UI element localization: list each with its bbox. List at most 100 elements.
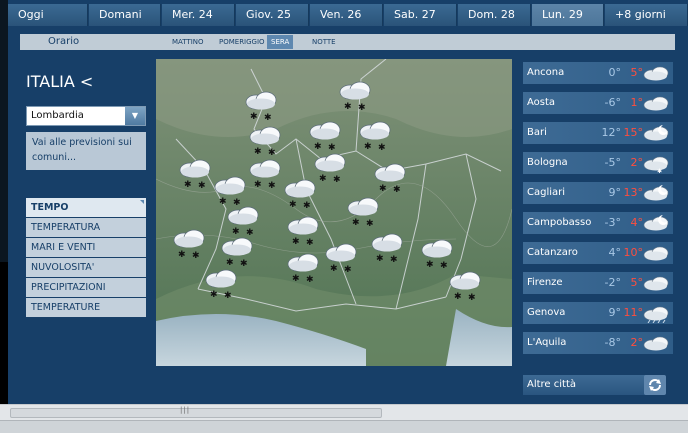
weather-widget: Oggi Domani Mer. 24 Giov. 25 Ven. 26 Sab… <box>8 0 688 404</box>
svg-text:✱: ✱ <box>358 103 366 113</box>
band-mattino[interactable]: MATTINO <box>168 35 208 49</box>
city-row[interactable]: Firenze -2° 5° <box>523 272 673 294</box>
city-row[interactable]: Bologna -5° 2° ✱ <box>523 152 673 175</box>
city-name: Cagliari <box>527 187 566 198</box>
snow-cloud-icon[interactable]: ✱ ✱ <box>356 119 394 153</box>
svg-text:✱: ✱ <box>454 292 462 302</box>
city-row[interactable]: L'Aquila -8° 2° <box>523 332 673 354</box>
altre-citta-button[interactable]: Altre città <box>523 375 666 395</box>
snow-cloud-icon[interactable]: ✱ ✱ <box>246 157 284 191</box>
city-name: Catanzaro <box>527 247 578 258</box>
city-row[interactable]: Aosta -6° 1° <box>523 92 673 114</box>
snow-cloud-icon[interactable]: ✱ ✱ <box>170 227 208 261</box>
city-row[interactable]: Cagliari 9° 13° <box>523 182 673 204</box>
tab-more-days[interactable]: +8 giorni <box>605 4 688 26</box>
snow-cloud-icon[interactable]: ✱ ✱ <box>211 174 249 208</box>
menu-temperature[interactable]: TEMPERATURE <box>26 298 146 317</box>
city-row[interactable]: Genova 9° 11° <box>523 302 673 324</box>
svg-text:✱: ✱ <box>364 142 372 152</box>
svg-text:✱: ✱ <box>192 251 200 261</box>
city-name: Genova <box>527 307 566 318</box>
svg-text:✱: ✱ <box>390 255 398 265</box>
snow-cloud-icon[interactable]: ✱ ✱ <box>242 89 280 123</box>
menu-nuvolosita[interactable]: NUVOLOSITA' <box>26 258 146 277</box>
left-edge <box>0 0 8 404</box>
svg-text:✱: ✱ <box>210 290 218 300</box>
snow-cloud-icon[interactable]: ✱ ✱ <box>446 269 484 303</box>
svg-text:✱: ✱ <box>264 113 272 123</box>
snow-cloud-icon[interactable]: ✱ ✱ <box>176 157 214 191</box>
snow-cloud-icon[interactable]: ✱ ✱ <box>344 195 382 229</box>
snow-cloud-icon: ✱ <box>641 153 671 175</box>
comuni-forecast-link[interactable]: Vai alle previsioni sui comuni... <box>26 132 146 170</box>
city-row[interactable]: Campobasso -3° 4° <box>523 212 673 234</box>
menu-precipitazioni[interactable]: PRECIPITAZIONI <box>26 278 146 297</box>
city-min-temp: 9° <box>608 186 622 199</box>
snow-cloud-icon[interactable]: ✱ ✱ <box>368 231 406 265</box>
svg-text:✱: ✱ <box>366 219 374 229</box>
svg-text:✱: ✱ <box>178 250 186 260</box>
cloud-icon <box>641 63 671 83</box>
horizontal-scrollbar[interactable]: ||| <box>0 404 688 420</box>
svg-text:✱: ✱ <box>289 200 297 210</box>
city-row[interactable]: Catanzaro 4° 10° <box>523 242 673 264</box>
svg-text:✱: ✱ <box>657 168 662 173</box>
tab-dom28[interactable]: Dom. 28 <box>458 4 531 26</box>
city-row[interactable]: Ancona 0° 5° <box>523 62 673 84</box>
city-min-temp: 9° <box>608 306 622 319</box>
chevron-down-icon[interactable]: ▼ <box>125 107 145 125</box>
svg-text:✱: ✱ <box>352 218 360 228</box>
snow-cloud-icon[interactable]: ✱ ✱ <box>284 251 322 285</box>
day-tabs: Oggi Domani Mer. 24 Giov. 25 Ven. 26 Sab… <box>8 4 688 26</box>
moon-cloud-icon <box>641 213 671 233</box>
snow-cloud-icon[interactable]: ✱ ✱ <box>322 241 360 275</box>
region-select[interactable]: Lombardia ▼ <box>26 106 146 126</box>
band-pomeriggio[interactable]: POMERIGGIO <box>215 35 269 49</box>
tab-mer24[interactable]: Mer. 24 <box>162 4 235 26</box>
cloud-icon <box>641 273 671 293</box>
moon-cloud-icon <box>641 183 671 203</box>
city-row[interactable]: Bari 12° 15° <box>523 122 673 144</box>
scrollbar-thumb[interactable] <box>10 408 382 418</box>
snow-cloud-icon[interactable]: ✱ ✱ <box>281 177 319 211</box>
snow-cloud-icon[interactable]: ✱ ✱ <box>246 124 284 158</box>
weather-page: Oggi Domani Mer. 24 Giov. 25 Ven. 26 Sab… <box>0 0 688 433</box>
tab-giov25[interactable]: Giov. 25 <box>236 4 309 26</box>
terrain-map <box>156 59 512 366</box>
snow-cloud-icon[interactable]: ✱ ✱ <box>202 267 240 301</box>
band-notte[interactable]: NOTTE <box>308 35 340 49</box>
city-name: L'Aquila <box>527 337 567 348</box>
svg-text:✱: ✱ <box>224 291 232 301</box>
menu-temperatura[interactable]: TEMPERATURA <box>26 218 146 237</box>
band-sera[interactable]: SERA <box>267 35 294 49</box>
snow-cloud-icon[interactable]: ✱ ✱ <box>218 235 256 269</box>
svg-text:✱: ✱ <box>376 254 384 264</box>
cloud-icon <box>641 93 671 113</box>
city-forecast-list: Ancona 0° 5° Aosta -6° 1° Bari 12° 15° Bologna -5°… <box>523 62 673 362</box>
region-title[interactable]: ITALIA < <box>26 72 93 91</box>
snow-cloud-icon[interactable]: ✱ ✱ <box>371 161 409 195</box>
tab-ven26[interactable]: Ven. 26 <box>310 4 383 26</box>
snow-cloud-icon[interactable]: ✱ ✱ <box>224 204 262 238</box>
tab-sab27[interactable]: Sab. 27 <box>384 4 457 26</box>
menu-tempo[interactable]: TEMPO <box>26 198 146 217</box>
svg-text:✱: ✱ <box>198 181 206 191</box>
city-min-temp: -8° <box>604 336 621 349</box>
snow-cloud-icon[interactable]: ✱ ✱ <box>306 119 344 153</box>
tab-lun29[interactable]: Lun. 29 <box>532 4 604 26</box>
svg-text:✱: ✱ <box>254 180 262 190</box>
snow-cloud-icon[interactable]: ✱ ✱ <box>418 237 456 271</box>
snow-cloud-icon[interactable]: ✱ ✱ <box>336 79 374 113</box>
rain-cloud-icon <box>641 303 671 324</box>
menu-mari-venti[interactable]: MARI E VENTI <box>26 238 146 257</box>
tab-oggi[interactable]: Oggi <box>8 4 88 26</box>
svg-text:✱: ✱ <box>254 147 262 157</box>
svg-text:✱: ✱ <box>292 274 300 284</box>
weather-map[interactable]: ✱ ✱ ✱ ✱ ✱ ✱ ✱ ✱ ✱ ✱ ✱ ✱ ✱ ✱ ✱ ✱ ✱ ✱ ✱ ✱ ✱ ✱ ✱ ✱ ✱ ✱ ✱ ✱ ✱ ✱ ✱ ✱ ✱ ✱ ✱ ✱ ✱ ✱ ✱ ✱… <box>156 59 512 366</box>
snow-cloud-icon[interactable]: ✱ ✱ <box>284 214 322 248</box>
svg-text:✱: ✱ <box>303 201 311 211</box>
tab-domani[interactable]: Domani <box>89 4 161 26</box>
map-type-menu: TEMPO TEMPERATURA MARI E VENTI NUVOLOSIT… <box>26 198 146 318</box>
refresh-icon[interactable] <box>644 375 666 395</box>
region-select-value: Lombardia <box>31 110 84 121</box>
